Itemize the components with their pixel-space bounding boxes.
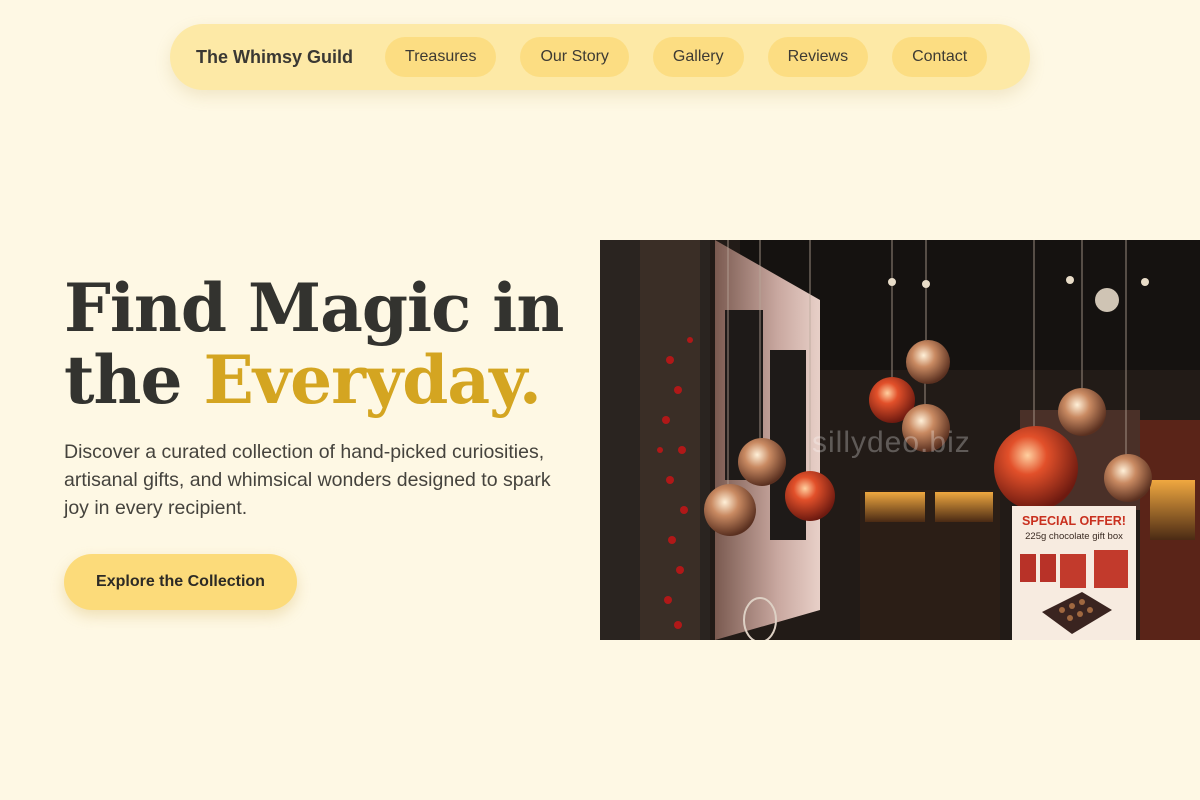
hero-title-line1: Find Magic in xyxy=(64,269,564,347)
nav-link-contact[interactable]: Contact xyxy=(892,37,988,77)
offer-subtitle: 225g chocolate gift box xyxy=(1025,531,1123,542)
brand-logo-text[interactable]: The Whimsy Guild xyxy=(196,47,353,68)
top-nav: The Whimsy Guild Treasures Our Story Gal… xyxy=(170,24,1030,90)
hero-image: sillydeo.biz SPECIAL OFFER! 225g chocola… xyxy=(600,240,1200,640)
nav-links: Treasures Our Story Gallery Reviews Cont… xyxy=(385,37,988,77)
chocolate-box-illustration xyxy=(1020,550,1128,634)
hero-description: Discover a curated collection of hand-pi… xyxy=(64,441,551,519)
offer-title: SPECIAL OFFER! xyxy=(1022,514,1126,528)
hero-title: Find Magic in the Everyday. xyxy=(64,272,584,416)
nav-link-our-story[interactable]: Our Story xyxy=(520,37,629,77)
image-watermark: sillydeo.biz xyxy=(812,426,971,459)
special-offer-sign: SPECIAL OFFER! 225g chocolate gift box xyxy=(1012,506,1136,640)
nav-link-treasures[interactable]: Treasures xyxy=(385,37,497,77)
hero-title-accent: Everyday. xyxy=(203,341,541,419)
nav-link-gallery[interactable]: Gallery xyxy=(652,37,744,77)
explore-collection-button[interactable]: Explore the Collection xyxy=(64,554,297,610)
hero-title-prefix: the xyxy=(64,341,204,419)
nav-link-reviews[interactable]: Reviews xyxy=(767,37,869,77)
